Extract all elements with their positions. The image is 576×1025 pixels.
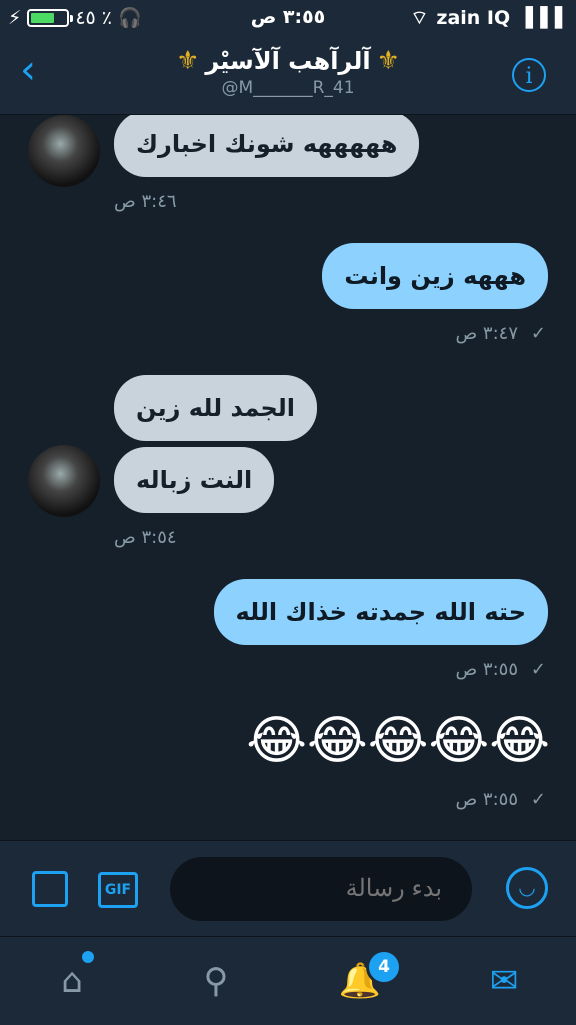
- avatar[interactable]: [28, 115, 100, 187]
- message-timestamp: ٣:٥٥ ص: [455, 789, 518, 810]
- message-timestamp: ٣:٥٤ ص: [114, 527, 177, 548]
- incoming-message[interactable]: النت زباله: [114, 447, 275, 513]
- message-timestamp: ✓: [523, 789, 546, 810]
- conversation-header: ‹ ⚜ آلرآهب آلآسيْر ⚜ @M_______R_41 i: [0, 36, 576, 115]
- emoji-message[interactable]: 😂😂😂😂😂: [246, 715, 550, 767]
- incoming-message[interactable]: الجمد لله زين: [114, 375, 317, 441]
- carrier-name: zain IQ: [436, 7, 511, 29]
- sent-check-icon: ✓: [530, 323, 546, 344]
- notification-badge: 4: [366, 949, 402, 985]
- info-icon[interactable]: i: [512, 58, 546, 92]
- message-timestamp: ٣:٤٧ ص: [455, 323, 518, 344]
- search-icon[interactable]: ⚲: [194, 959, 238, 1003]
- conversation-title[interactable]: ⚜ آلرآهب آلآسيْر ⚜: [176, 46, 400, 76]
- incoming-message[interactable]: هههههه شونك اخبارك: [114, 115, 420, 177]
- signal-icon: ▐▐▐: [518, 7, 562, 29]
- outgoing-message[interactable]: حته الله جمدته خذاك الله: [213, 579, 548, 645]
- message-input[interactable]: [170, 857, 472, 921]
- tab-bar: ⌂ ⚲ 🔔 4 ✉: [0, 936, 576, 1025]
- sent-check-icon: ✓: [530, 659, 546, 680]
- sent-check-icon: ✓: [530, 789, 546, 810]
- wifi-icon: ⌔: [410, 7, 429, 29]
- gif-icon[interactable]: GIF: [98, 872, 138, 908]
- message-timestamp: ✓: [523, 659, 546, 680]
- emoji-icon[interactable]: ◡: [506, 867, 548, 909]
- home-unread-dot: [82, 951, 94, 963]
- contact-handle: @M_______R_41: [221, 78, 355, 98]
- message-list[interactable]: هههههه شونك اخبارك ٣:٤٦ ص هههه زين وانت …: [0, 115, 576, 840]
- mail-icon[interactable]: ✉: [482, 959, 526, 1003]
- outgoing-message[interactable]: هههه زين وانت: [322, 243, 548, 309]
- message-timestamp: ✓: [523, 323, 546, 344]
- message-composer: GIF ◡: [0, 840, 576, 937]
- message-timestamp: ٣:٤٦ ص: [114, 191, 177, 212]
- image-icon[interactable]: [32, 871, 68, 907]
- avatar[interactable]: [28, 445, 100, 517]
- fleur-de-lis-icon: ⚜: [176, 46, 200, 76]
- fleur-de-lis-icon: ⚜: [376, 46, 400, 76]
- status-bar: ⚡ ٤٥ ٪ 🎧 ٣:٥٥ ص ⌔ zain IQ ▐▐▐: [0, 0, 576, 36]
- message-timestamp: ٣:٥٥ ص: [455, 659, 518, 680]
- home-icon[interactable]: ⌂: [50, 959, 94, 1003]
- contact-name: آلرآهب آلآسيْر: [205, 47, 371, 75]
